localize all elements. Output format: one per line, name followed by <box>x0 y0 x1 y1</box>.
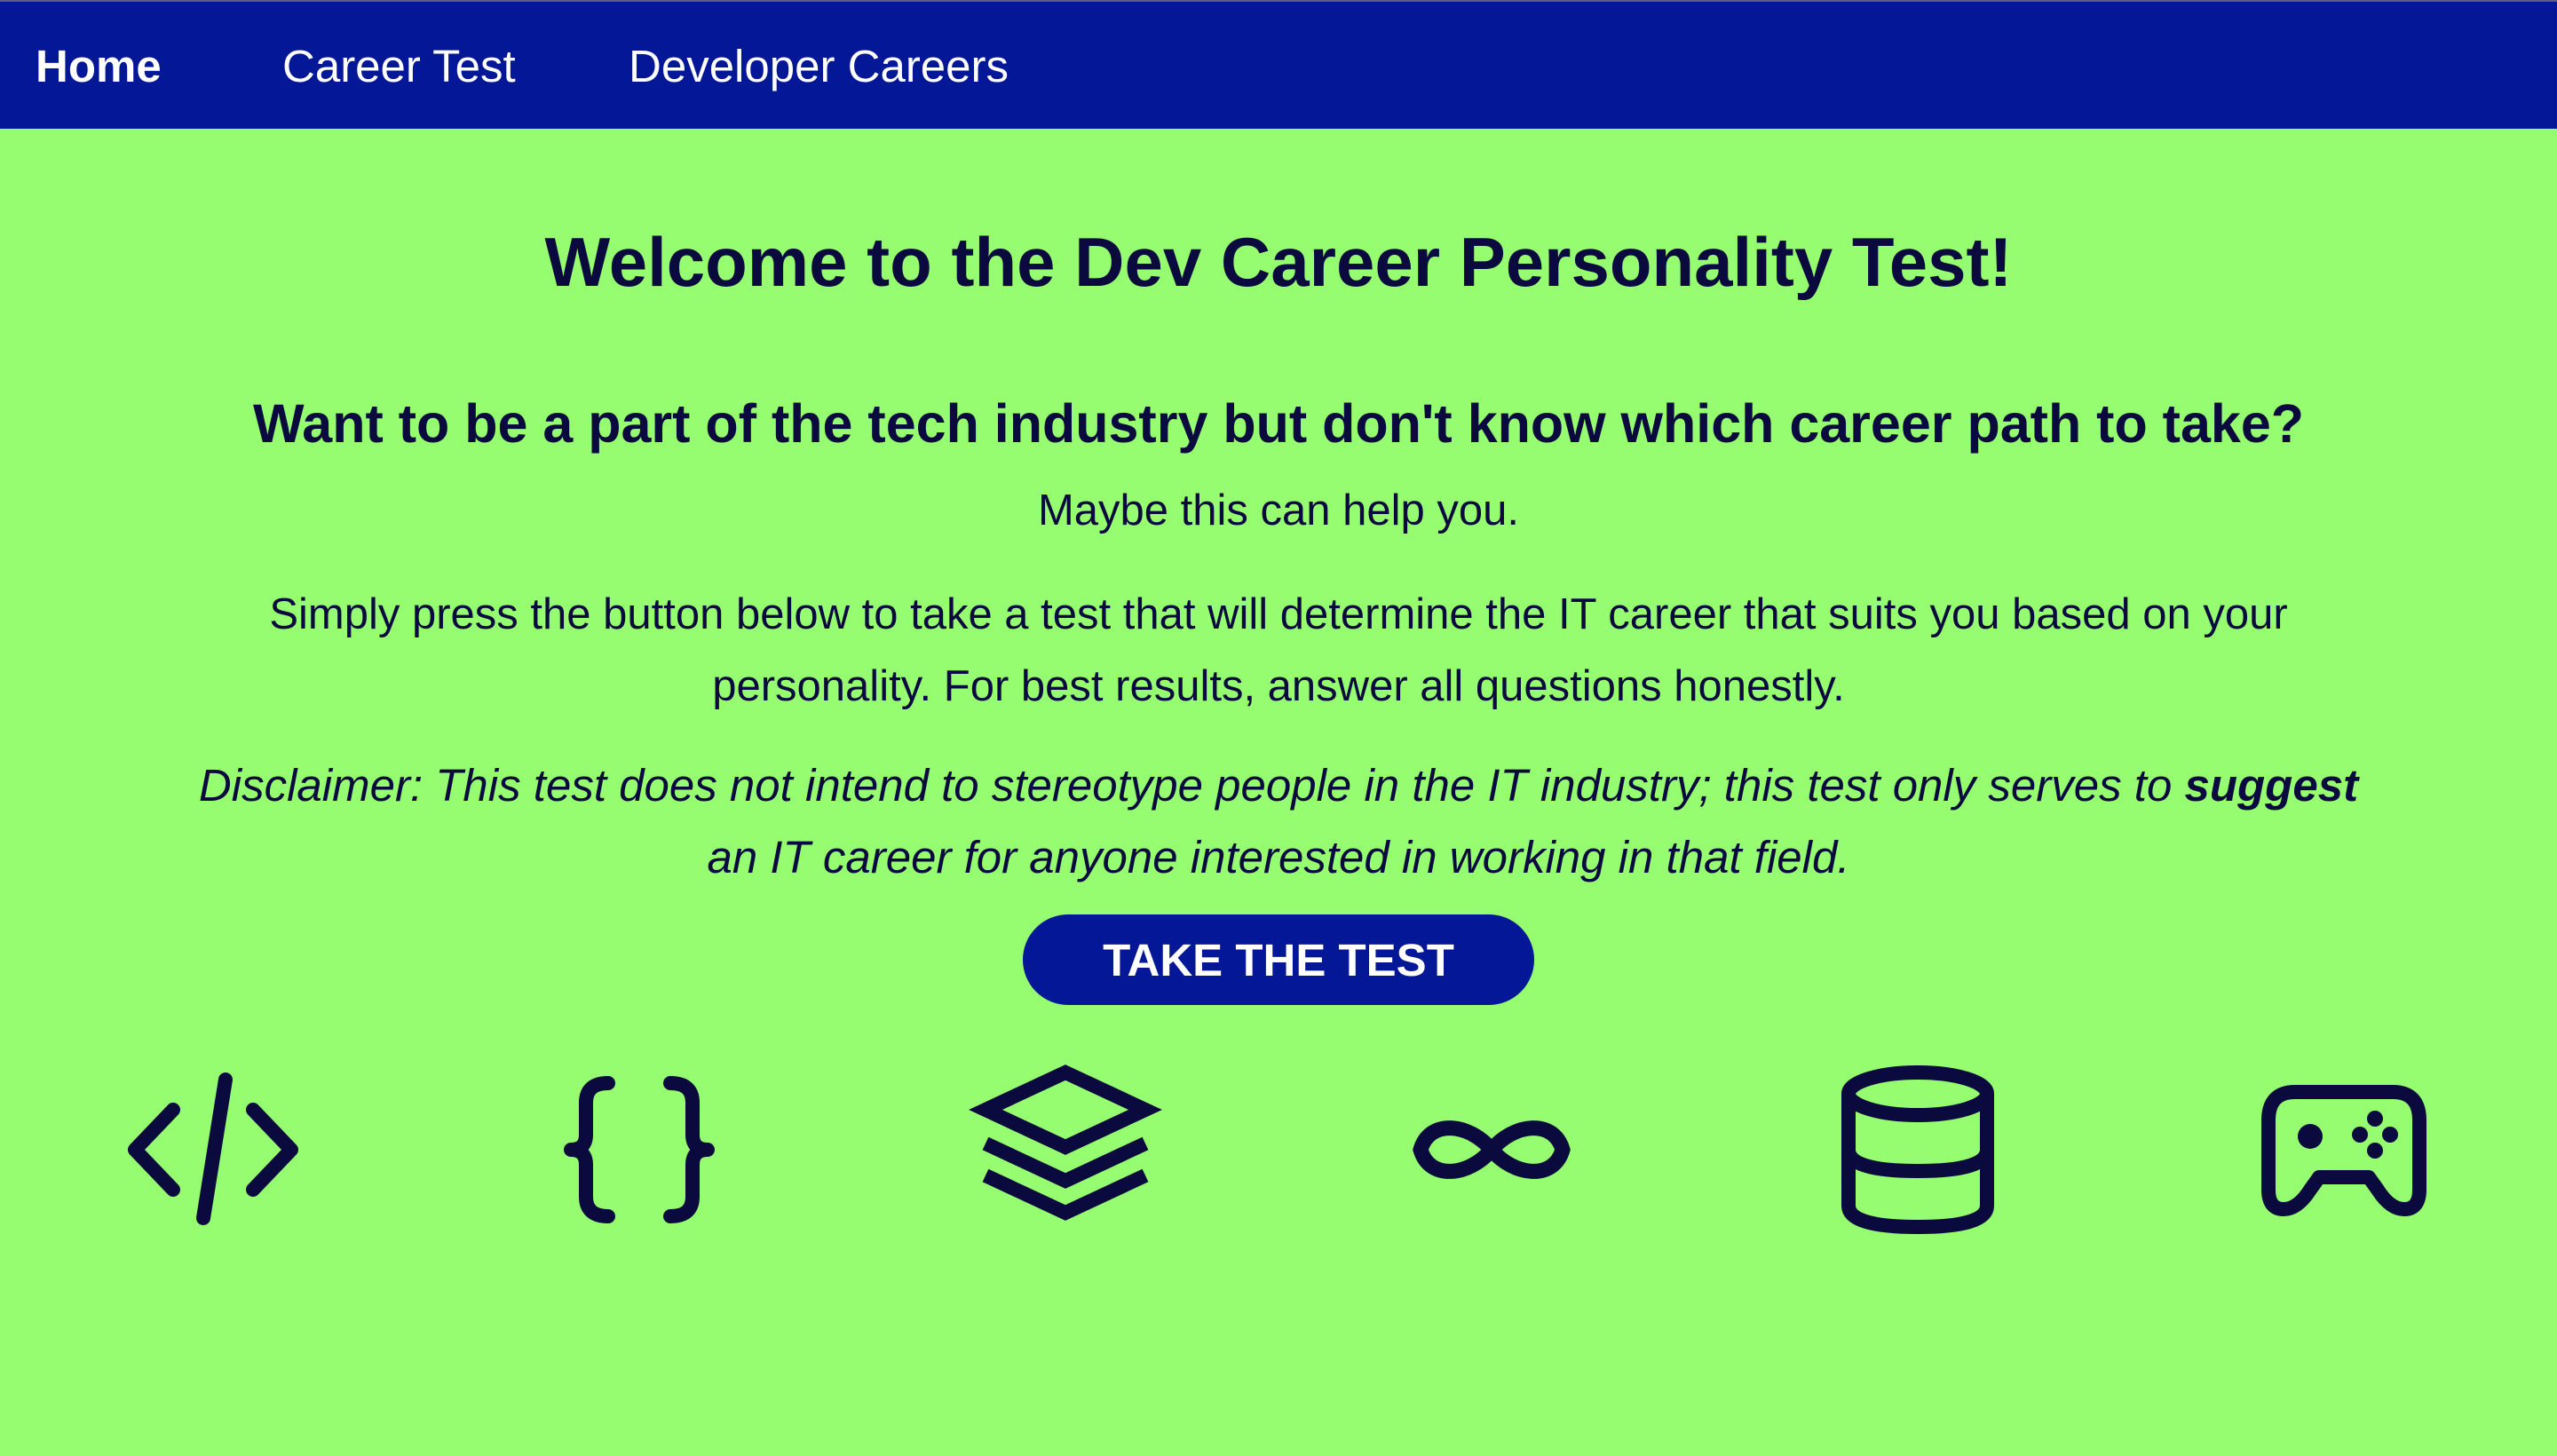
curly-braces-icon <box>542 1056 737 1243</box>
nav-link-career-test[interactable]: Career Test <box>282 2 516 131</box>
nav-link-developer-careers[interactable]: Developer Careers <box>629 2 1009 131</box>
disclaimer-emphasis: suggest <box>2184 760 2359 811</box>
take-test-button[interactable]: TAKE THE TEST <box>1023 914 1534 1005</box>
disclaimer-part-2: an IT career for anyone interested in wo… <box>707 832 1850 882</box>
page-subtitle: Want to be a part of the tech industry b… <box>252 393 2305 454</box>
layers-icon <box>968 1056 1163 1243</box>
database-icon <box>1820 1056 2015 1243</box>
top-navbar: Home Career Test Developer Careers <box>0 0 2557 129</box>
infinity-icon <box>1394 1056 1589 1243</box>
nav-link-home[interactable]: Home <box>36 2 162 131</box>
lead-text: Maybe this can help you. <box>1037 487 1520 534</box>
disclaimer-part-1: Disclaimer: This test does not intend to… <box>198 760 2185 811</box>
intro-paragraph: Simply press the button below to take a … <box>269 590 2288 710</box>
page-title: Welcome to the Dev Career Personality Te… <box>544 223 2013 301</box>
disclaimer-text: Disclaimer: This test does not intend to… <box>178 749 2379 893</box>
code-icon <box>115 1056 311 1243</box>
gamepad-icon <box>2246 1056 2442 1243</box>
